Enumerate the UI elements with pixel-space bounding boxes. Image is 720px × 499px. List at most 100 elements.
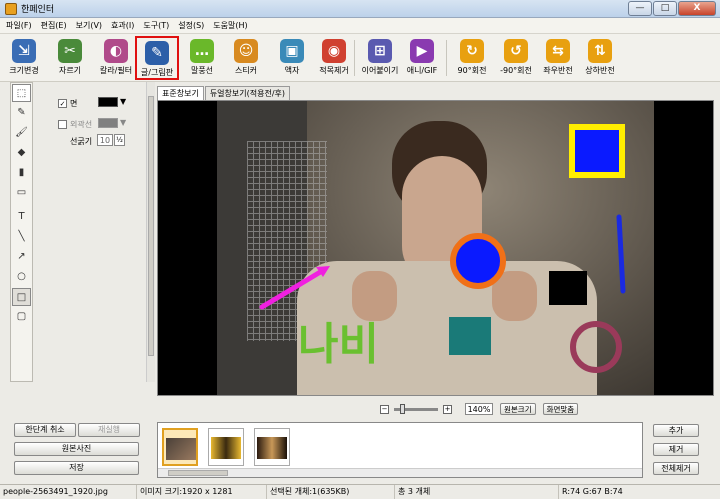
properties-scrollbar[interactable] bbox=[146, 82, 155, 382]
thumbnail-scrollbar[interactable] bbox=[158, 468, 642, 477]
toolbar-button-resize[interactable]: ⇲ 크기변경 bbox=[2, 36, 46, 80]
black-square[interactable] bbox=[549, 271, 587, 305]
canvas-text[interactable]: 나비 bbox=[298, 319, 379, 370]
minimize-button[interactable]: — bbox=[628, 1, 652, 16]
remove-button[interactable]: 제거 bbox=[653, 443, 699, 456]
close-button[interactable]: X bbox=[678, 1, 716, 16]
line-tool-icon[interactable]: ╲ bbox=[12, 228, 31, 246]
window-title: 한페인터 bbox=[21, 5, 55, 15]
toolbar-button-flip-vertical[interactable]: ⇅ 상하반전 bbox=[578, 36, 622, 80]
spray-icon[interactable]: ▮ bbox=[12, 164, 31, 182]
teal-square[interactable] bbox=[449, 317, 491, 355]
app-icon bbox=[5, 2, 17, 15]
status-total: 총 3 개체 bbox=[394, 485, 430, 499]
zoom-slider[interactable] bbox=[394, 403, 438, 414]
outline-color-dropdown-icon[interactable]: ▼ bbox=[120, 118, 126, 127]
crop-icon: ✂ bbox=[58, 39, 82, 63]
toolbar-label: 적목제거 bbox=[319, 66, 349, 75]
undo-button[interactable]: 한단계 취소 bbox=[14, 423, 76, 437]
toolbar-button-sticker[interactable]: ☺ 스티커 bbox=[224, 36, 268, 80]
toolbar-label: 액자 bbox=[284, 66, 300, 75]
outline-color-picker[interactable] bbox=[98, 118, 118, 128]
fit-screen-button[interactable]: 화면맞춤 bbox=[542, 403, 579, 415]
face-checkbox[interactable]: ✓ bbox=[58, 99, 67, 108]
toolbar-button-merge[interactable]: ⊞ 이어붙이기 bbox=[358, 36, 402, 80]
status-filename: people-2563491_1920.jpg bbox=[3, 487, 108, 496]
toolbar-button-speech-bubble[interactable]: … 말풍선 bbox=[180, 36, 224, 80]
image-canvas[interactable]: 나비 bbox=[157, 100, 714, 396]
save-button[interactable]: 저장 bbox=[14, 461, 139, 475]
menu-tools[interactable]: 도구(T) bbox=[143, 20, 169, 31]
original-photo-button[interactable]: 원본사진 bbox=[14, 442, 139, 456]
add-button[interactable]: 추가 bbox=[653, 424, 699, 437]
zoom-in-button[interactable]: + bbox=[443, 404, 452, 414]
thumbnail-2[interactable] bbox=[208, 428, 244, 466]
pen-icon[interactable]: ✎ bbox=[12, 104, 31, 122]
toolbar-button-rotate-ccw[interactable]: ↺ -90°회전 bbox=[494, 36, 538, 80]
brush-icon[interactable]: 🖌 bbox=[12, 124, 31, 142]
menu-settings[interactable]: 설정(S) bbox=[178, 20, 204, 31]
face-label: 면 bbox=[70, 99, 78, 108]
maximize-button[interactable]: □ bbox=[653, 1, 677, 16]
rectangle-tool-icon[interactable]: □ bbox=[12, 288, 31, 306]
toolbar-button-frame[interactable]: ▣ 액자 bbox=[270, 36, 314, 80]
redo-button[interactable]: 재실행 bbox=[78, 423, 140, 437]
stroke-width-input[interactable]: 10 bbox=[97, 134, 113, 146]
color-filter-icon: ◐ bbox=[104, 39, 128, 63]
rotate-cw-icon: ↻ bbox=[460, 39, 484, 63]
face-color-picker[interactable] bbox=[98, 97, 118, 107]
toolbar-label: 90°회전 bbox=[457, 66, 487, 75]
outline-option[interactable]: 외곽선 bbox=[58, 119, 92, 130]
stroke-label: 선굵기 bbox=[70, 137, 93, 146]
zoom-value[interactable]: 140% bbox=[465, 403, 493, 415]
ellipse-tool-icon[interactable]: ○ bbox=[12, 268, 31, 286]
menu-help[interactable]: 도움말(H) bbox=[213, 20, 247, 31]
drawn-shapes[interactable]: 나비 bbox=[158, 101, 714, 396]
toolbar-label: 글/그림판 bbox=[140, 68, 174, 77]
text-tool-icon[interactable]: T bbox=[12, 208, 31, 226]
toolbar-button-crop[interactable]: ✂ 자르기 bbox=[48, 36, 92, 80]
toolbar-button-redeye[interactable]: ◉ 적목제거 bbox=[312, 36, 356, 80]
rounded-rect-tool-icon[interactable]: ▢ bbox=[12, 308, 31, 326]
outline-label: 외곽선 bbox=[70, 120, 93, 129]
menu-file[interactable]: 파일(F) bbox=[6, 20, 32, 31]
toolbar-button-color-filter[interactable]: ◐ 칼라/필터 bbox=[94, 36, 138, 80]
outline-checkbox[interactable] bbox=[58, 120, 67, 129]
toolbar-button-text-draw[interactable]: ✎ 글/그림판 bbox=[135, 36, 179, 80]
magenta-arrow[interactable] bbox=[259, 268, 325, 310]
flip-vertical-icon: ⇅ bbox=[588, 39, 612, 63]
yellow-blue-square[interactable] bbox=[569, 124, 625, 178]
face-option[interactable]: ✓ 면 bbox=[58, 98, 77, 109]
speech-bubble-icon: … bbox=[190, 39, 214, 63]
select-rect-icon[interactable]: ⬚ bbox=[12, 84, 31, 102]
toolbar-button-animation-gif[interactable]: ▶ 애니/GIF bbox=[400, 36, 444, 80]
resize-icon: ⇲ bbox=[12, 39, 36, 63]
toolbar-label: 애니/GIF bbox=[406, 66, 438, 75]
eraser-icon[interactable]: ▭ bbox=[12, 184, 31, 202]
toolbar-label: 이어붙이기 bbox=[361, 66, 399, 75]
toolbar-button-flip-horizontal[interactable]: ⇆ 좌우반전 bbox=[536, 36, 580, 80]
blue-line[interactable] bbox=[616, 214, 626, 294]
toolbar-button-rotate-cw[interactable]: ↻ 90°회전 bbox=[450, 36, 494, 80]
maroon-circle[interactable] bbox=[570, 321, 622, 373]
toolbar-label: 스티커 bbox=[234, 66, 258, 75]
thumbnail-3[interactable] bbox=[254, 428, 290, 466]
stroke-width-icon[interactable]: ½ bbox=[114, 134, 125, 146]
original-size-button[interactable]: 원본크기 bbox=[500, 403, 536, 415]
redeye-icon: ◉ bbox=[322, 39, 346, 63]
title-bar: 한페인터 — □ X bbox=[0, 0, 720, 18]
menu-edit[interactable]: 편집(E) bbox=[41, 20, 67, 31]
menu-effects[interactable]: 효과(I) bbox=[111, 20, 134, 31]
remove-all-button[interactable]: 전체제거 bbox=[653, 462, 699, 475]
face-color-dropdown-icon[interactable]: ▼ bbox=[120, 97, 126, 106]
arrow-tool-icon[interactable]: ↗ bbox=[12, 248, 31, 266]
thumbnail-1[interactable] bbox=[162, 428, 198, 466]
fill-bucket-icon[interactable]: ◆ bbox=[12, 144, 31, 162]
menu-view[interactable]: 보기(V) bbox=[76, 20, 102, 31]
tab-standard-view[interactable]: 표준창보기 bbox=[157, 86, 204, 100]
zoom-bar: − + 140% 원본크기 화면맞춤 bbox=[380, 402, 579, 416]
orange-blue-circle[interactable] bbox=[450, 233, 506, 289]
toolbar-label: 말풍선 bbox=[190, 66, 214, 75]
zoom-out-button[interactable]: − bbox=[380, 404, 389, 414]
tab-dual-view[interactable]: 듀얼창보기(적용전/후) bbox=[204, 86, 290, 100]
